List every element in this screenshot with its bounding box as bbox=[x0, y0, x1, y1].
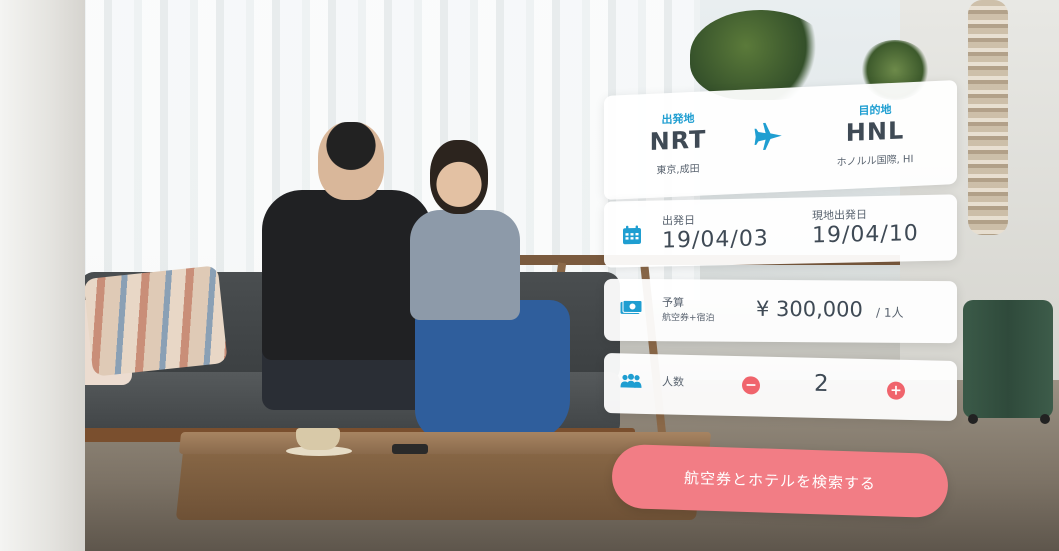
background-suitcase-wheel bbox=[1040, 414, 1050, 424]
app-screen: 出発地 NRT 東京,成田 目的地 HNL ホノルル国際, HI 出発日 19/… bbox=[0, 0, 1059, 551]
background-hanging-decoration bbox=[968, 0, 1008, 235]
budget-label-group: 予算 航空券+宿泊 bbox=[662, 294, 715, 323]
background-person-woman-head bbox=[430, 140, 488, 214]
people-label: 人数 bbox=[662, 375, 684, 389]
route-panel: 出発地 NRT 東京,成田 目的地 HNL ホノルル国際, HI bbox=[604, 79, 957, 201]
depart-date-field[interactable]: 出発日 19/04/03 bbox=[662, 210, 769, 254]
money-icon bbox=[620, 299, 642, 315]
decrease-people-button[interactable]: − bbox=[742, 376, 760, 395]
background-striped-pillow bbox=[83, 265, 228, 377]
people-icon bbox=[620, 373, 642, 388]
budget-label: 予算 bbox=[662, 296, 684, 310]
return-date-value: 19/04/10 bbox=[812, 221, 919, 249]
background-foreground-curtain bbox=[0, 0, 85, 551]
airplane-icon bbox=[754, 122, 782, 150]
dates-panel: 出発日 19/04/03 現地出発日 19/04/10 bbox=[604, 194, 957, 268]
background-suitcase bbox=[963, 300, 1053, 418]
background-person-man bbox=[262, 190, 432, 360]
search-flights-hotels-button[interactable]: 航空券とホテルを検索する bbox=[611, 443, 949, 519]
destination-selector[interactable]: 目的地 HNL ホノルル国際, HI bbox=[810, 99, 940, 170]
depart-date-value: 19/04/03 bbox=[662, 226, 769, 254]
origin-code: NRT bbox=[649, 125, 707, 156]
budget-per-person: / 1人 bbox=[876, 305, 904, 320]
people-count: 2 bbox=[814, 370, 829, 398]
budget-amount: ¥ 300,000 bbox=[756, 296, 863, 322]
background-person-man-head bbox=[318, 122, 384, 200]
budget-sub-label: 航空券+宿泊 bbox=[662, 313, 715, 324]
background-phone bbox=[392, 444, 428, 454]
return-date-field[interactable]: 現地出発日 19/04/10 bbox=[812, 205, 919, 248]
background-cup bbox=[296, 428, 340, 450]
background-suitcase-wheel bbox=[968, 414, 978, 424]
origin-name: 東京,成田 bbox=[656, 163, 700, 177]
destination-name: ホノルル国際, HI bbox=[836, 153, 914, 169]
increase-people-button[interactable]: + bbox=[887, 381, 905, 400]
destination-code: HNL bbox=[845, 116, 905, 148]
people-panel: 人数 − 2 + bbox=[604, 352, 957, 422]
budget-panel[interactable]: 予算 航空券+宿泊 ¥ 300,000 / 1人 bbox=[604, 278, 957, 344]
calendar-icon bbox=[623, 225, 641, 245]
background-person-woman-skirt bbox=[415, 300, 570, 440]
background-person-woman bbox=[410, 210, 520, 320]
origin-selector[interactable]: 出発地 NRT 東京,成田 bbox=[630, 108, 726, 177]
